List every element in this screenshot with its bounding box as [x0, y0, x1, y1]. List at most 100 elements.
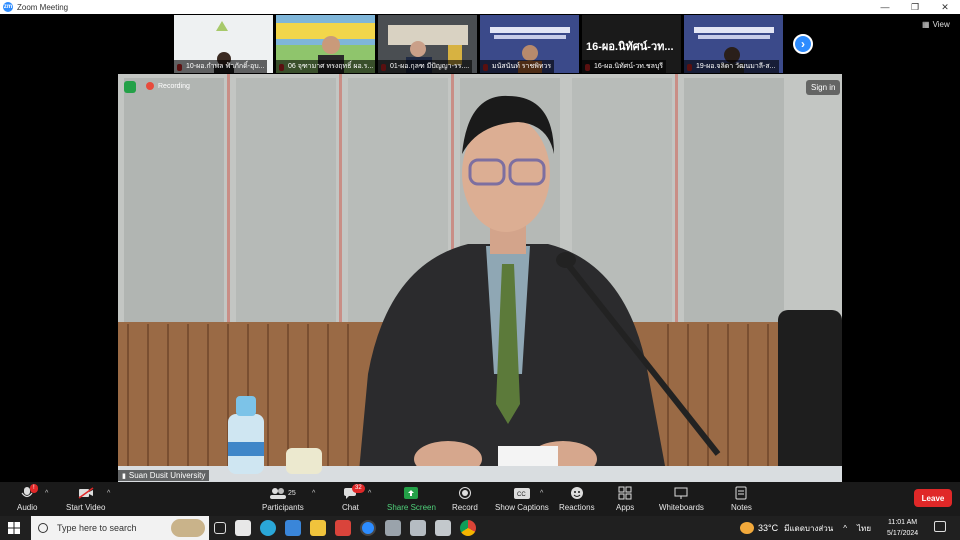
speaker-name: Suan Dusit University [128, 471, 206, 480]
svg-text:CC: CC [517, 492, 526, 498]
share-screen-icon [403, 485, 419, 501]
participant-name: 01-ผอ.กุลฑ มีปัญญา-รร.... [378, 60, 473, 73]
participant-thumbnail[interactable]: มนัสนันท์ ราชพิทวร [480, 15, 579, 73]
clock-date: 5/17/2024 [887, 530, 919, 537]
leave-button[interactable]: Leave [914, 489, 952, 507]
meeting-toolbar: Audio ! ^ Start Video ^ 25 Participants … [0, 482, 960, 516]
participant-thumbnail[interactable]: 19-ผอ.จลิดา วัฒนมาลี-ส... [684, 15, 783, 73]
sign-in-button[interactable]: Sign in [806, 80, 841, 95]
search-icon [38, 523, 48, 533]
participants-options-caret[interactable]: ^ [312, 490, 315, 497]
record-icon [457, 485, 473, 501]
record-label: Record [452, 503, 478, 512]
video-options-caret[interactable]: ^ [107, 490, 110, 497]
weather-description[interactable]: มีแดดบางส่วน [784, 522, 833, 535]
window-title: Zoom Meeting [17, 2, 69, 12]
share-screen-label: Share Screen [387, 503, 436, 512]
reactions-label: Reactions [559, 503, 595, 512]
whiteboards-button[interactable]: Whiteboards [659, 485, 704, 512]
participant-name: 06 จุฑามาศ ทรงฤทธิ์ ผอ.ร... [276, 60, 375, 73]
app-icon-red[interactable] [335, 520, 351, 536]
whiteboards-label: Whiteboards [659, 503, 704, 512]
system-tray: 33°C มีแดดบางส่วน ^ ไทย [740, 516, 871, 540]
taskbar-search-box[interactable]: Type here to search [31, 516, 209, 540]
audio-alert-badge: ! [30, 484, 38, 493]
apps-icon [617, 485, 633, 501]
gallery-next-button[interactable]: › [793, 34, 813, 54]
show-captions-label: Show Captions [495, 503, 549, 512]
apps-button[interactable]: Apps [616, 485, 634, 512]
language-indicator[interactable]: ไทย [857, 522, 871, 535]
recording-icon [146, 82, 154, 90]
participant-thumbnail[interactable]: 01-ผอ.กุลฑ มีปัญญา-รร.... [378, 15, 477, 73]
recording-indicator[interactable]: Recording [146, 82, 190, 90]
windows-logo-icon [8, 522, 20, 534]
minimize-icon[interactable]: — [870, 0, 900, 14]
audio-label: Audio [17, 503, 38, 512]
participant-thumbnail[interactable]: 10-ผอ.กำพล ฟ้าภักดิ์-อุบ... [174, 15, 273, 73]
app-icon-gray-2[interactable] [410, 520, 426, 536]
close-icon[interactable]: ✕ [930, 0, 960, 14]
edge-icon[interactable] [260, 520, 276, 536]
file-explorer-icon[interactable] [310, 520, 326, 536]
chat-label: Chat [342, 503, 359, 512]
windows-start-button[interactable] [0, 516, 28, 540]
app-icon-gray-1[interactable] [385, 520, 401, 536]
participant-thumbnail[interactable]: 16-ผอ.นิทัศน์-วท... 16-ผอ.นิทัศน์-วท.ชลบ… [582, 15, 681, 73]
participants-label: Participants [262, 503, 304, 512]
weather-temperature[interactable]: 33°C [758, 523, 778, 533]
start-video-label: Start Video [66, 503, 106, 512]
gallery-strip: 10-ผอ.กำพล ฟ้าภักดิ์-อุบ... 06 จุฑามาศ ท… [174, 15, 783, 73]
window-controls: — ❐ ✕ [870, 0, 960, 14]
whiteboard-icon [673, 485, 689, 501]
view-button[interactable]: ▦ View [922, 20, 950, 29]
search-highlight-image [171, 519, 205, 537]
zoom-logo-icon: zm [3, 2, 13, 12]
weather-icon [740, 522, 754, 534]
reactions-icon [569, 485, 585, 501]
search-placeholder: Type here to search [57, 523, 137, 533]
tray-overflow-caret[interactable]: ^ [843, 524, 847, 533]
notifications-icon[interactable] [934, 521, 946, 532]
start-video-button[interactable]: Start Video [66, 485, 105, 512]
view-label: View [932, 20, 950, 29]
participant-name-display: 16-ผอ.นิทัศน์-วท... [586, 41, 674, 53]
speaker-video-frame [118, 74, 842, 482]
speaker-name-tag: ▮ Suan Dusit University [118, 470, 210, 481]
mail-icon[interactable] [285, 520, 301, 536]
taskbar-clock[interactable]: 11:01 AM 5/17/2024 [887, 517, 918, 539]
participants-count: 25 [287, 489, 296, 497]
zoom-app-icon[interactable] [360, 520, 376, 536]
notes-button[interactable]: Notes [731, 485, 752, 512]
recording-label: Recording [158, 82, 190, 90]
security-app-icon[interactable] [435, 520, 451, 536]
record-button[interactable]: Record [452, 485, 478, 512]
notes-label: Notes [731, 503, 752, 512]
reactions-button[interactable]: Reactions [559, 485, 595, 512]
zoom-meeting-window: zm Zoom Meeting — ❐ ✕ 10-ผอ.กำพล ฟ้าภักด… [0, 0, 960, 540]
task-view-icon[interactable] [214, 522, 226, 534]
grid-icon: ▦ [922, 20, 930, 29]
participant-thumbnail[interactable]: 06 จุฑามาศ ทรงฤทธิ์ ผอ.ร... [276, 15, 375, 73]
captions-options-caret[interactable]: ^ [540, 490, 543, 497]
video-off-icon [78, 485, 94, 501]
apps-label: Apps [616, 503, 635, 512]
participants-icon: 25 [266, 485, 300, 501]
active-speaker-video [118, 74, 842, 482]
signal-bars-icon: ▮ [122, 472, 126, 480]
participant-name: 10-ผอ.กำพล ฟ้าภักดิ์-อุบ... [174, 60, 268, 73]
restore-icon[interactable]: ❐ [900, 0, 930, 14]
participant-name: 16-ผอ.นิทัศน์-วท.ชลบุรี [582, 60, 667, 73]
chat-unread-badge: 32 [352, 484, 365, 493]
participants-button[interactable]: 25 Participants [262, 485, 304, 512]
title-bar: zm Zoom Meeting — ❐ ✕ [0, 0, 960, 14]
share-screen-button[interactable]: Share Screen [387, 485, 436, 512]
captions-icon: CC [513, 485, 530, 501]
participant-name: 19-ผอ.จลิดา วัฒนมาลี-ส... [684, 60, 779, 73]
security-shield-icon[interactable] [124, 81, 136, 93]
audio-options-caret[interactable]: ^ [45, 490, 48, 497]
store-icon[interactable] [235, 520, 251, 536]
participant-name: มนัสนันท์ ราชพิทวร [480, 60, 555, 73]
chat-options-caret[interactable]: ^ [368, 490, 371, 497]
chrome-icon[interactable] [460, 520, 476, 536]
